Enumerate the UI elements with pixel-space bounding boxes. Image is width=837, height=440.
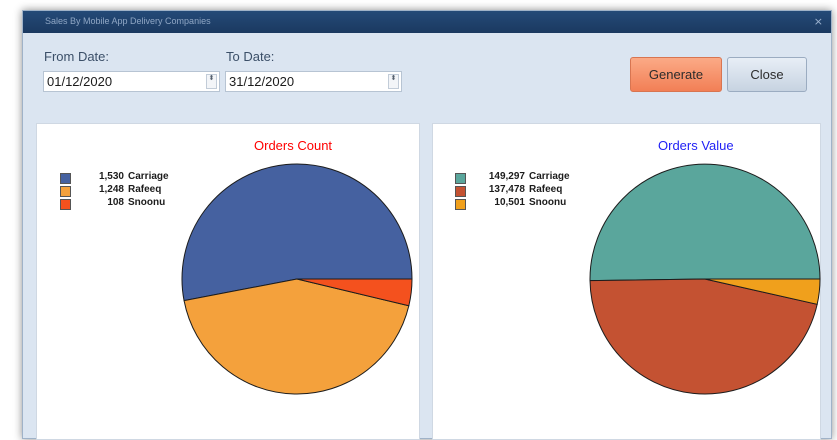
orders-value-panel: Orders Value 149,297 Carriage 137,478 Rafee… <box>432 123 821 440</box>
legend-swatch <box>455 173 466 184</box>
report-window: Sales By Mobile App Delivery Companies ×… <box>22 10 832 440</box>
legend-value: 149,297 <box>488 171 525 182</box>
legend-swatch <box>60 186 71 197</box>
legend-swatch <box>60 173 71 184</box>
from-date-label: From Date: <box>44 49 110 64</box>
title-bar[interactable]: Sales By Mobile App Delivery Companies × <box>23 11 831 33</box>
legend-value: 10,501 <box>494 197 525 208</box>
to-date-picker[interactable]: 31/12/2020 ⬍ <box>225 71 402 92</box>
legend-swatch <box>60 199 71 210</box>
legend-label: Carriage <box>529 171 570 182</box>
legend-swatch <box>455 186 466 197</box>
legend-value: 1,530 <box>98 171 124 182</box>
legend-value: 137,478 <box>488 184 525 195</box>
legend-label: Snoonu <box>128 197 166 208</box>
legend-value: 1,248 <box>98 184 124 195</box>
from-date-spin-icon[interactable]: ⬍ <box>206 74 217 89</box>
window-title: Sales By Mobile App Delivery Companies <box>45 16 211 26</box>
to-date-value: 31/12/2020 <box>229 74 295 89</box>
legend-value: 108 <box>107 197 124 208</box>
pie-slice-carriage <box>589 163 821 282</box>
orders-value-pie <box>589 163 821 395</box>
from-date-value: 01/12/2020 <box>47 74 113 89</box>
legend-label: Carriage <box>128 171 169 182</box>
from-date-picker[interactable]: 01/12/2020 ⬍ <box>43 71 220 92</box>
to-date-label: To Date: <box>226 49 275 64</box>
legend-label: Rafeeq <box>529 184 563 195</box>
window-close-icon[interactable]: × <box>814 15 823 28</box>
legend-swatch <box>455 199 466 210</box>
legend-label: Rafeeq <box>128 184 162 195</box>
generate-button[interactable]: Generate <box>630 57 722 92</box>
close-button[interactable]: Close <box>727 57 807 92</box>
orders-count-title: Orders Count <box>254 138 333 153</box>
orders-count-pie <box>181 163 413 395</box>
legend-label: Snoonu <box>529 197 567 208</box>
orders-value-title: Orders Value <box>658 138 734 153</box>
orders-count-panel: Orders Count 1,530 Carriage 1,248 Rafeeq 108… <box>36 123 420 440</box>
to-date-spin-icon[interactable]: ⬍ <box>388 74 399 89</box>
